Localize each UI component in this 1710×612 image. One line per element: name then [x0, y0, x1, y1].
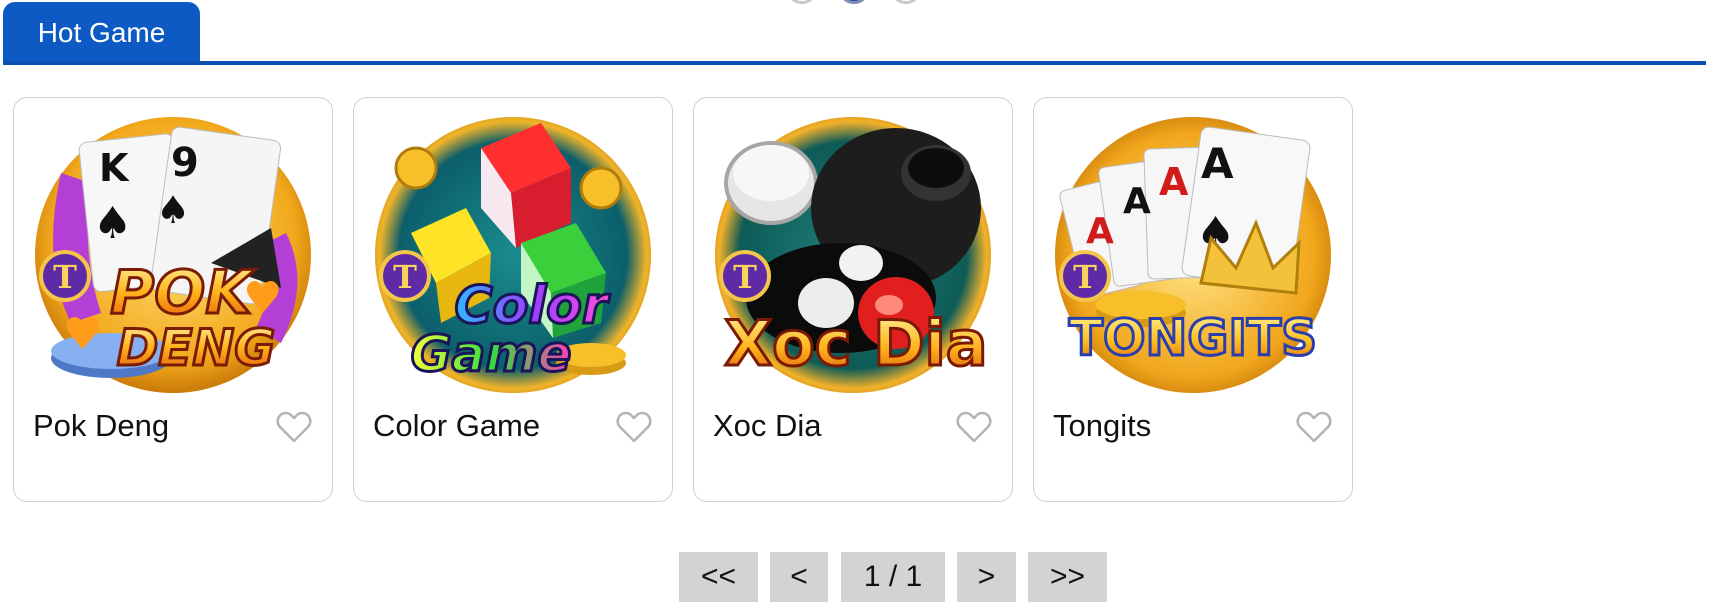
- svg-text:♥: ♥: [63, 309, 102, 360]
- svg-text:K: K: [99, 146, 130, 190]
- tab-underline: [3, 61, 1706, 65]
- game-card-xoc-dia[interactable]: T Xoc Dia Xoc Dia: [693, 97, 1013, 502]
- svg-text:A: A: [1086, 211, 1114, 252]
- section-tab-bar: Hot Game: [3, 0, 1706, 66]
- game-card-tongits[interactable]: A A A A ♠ T TONGITS Tongits: [1033, 97, 1353, 502]
- tab-hot-game[interactable]: Hot Game: [3, 2, 200, 63]
- svg-text:TONGITS: TONGITS: [1069, 309, 1317, 367]
- svg-text:Game: Game: [411, 325, 572, 383]
- color-game-thumbnail[interactable]: T Color Game: [371, 113, 655, 397]
- svg-text:T: T: [53, 258, 77, 296]
- svg-text:A: A: [1123, 181, 1151, 222]
- svg-text:POK: POK: [110, 258, 256, 328]
- svg-text:A: A: [1159, 160, 1189, 204]
- tongits-thumbnail[interactable]: A A A A ♠ T TONGITS: [1051, 113, 1335, 397]
- game-title[interactable]: Color Game: [373, 408, 540, 444]
- heart-icon[interactable]: [956, 410, 992, 444]
- game-card-color-game[interactable]: T Color Game Color Game: [353, 97, 673, 502]
- heart-icon[interactable]: [276, 410, 312, 444]
- game-title[interactable]: Xoc Dia: [713, 408, 822, 444]
- page-indicator: 1 / 1: [841, 552, 945, 602]
- svg-text:♠: ♠: [156, 188, 190, 232]
- svg-text:Xoc Dia: Xoc Dia: [724, 307, 987, 380]
- hot-game-page: Hot Game K 9 ♠ ♠ ♥ ♥ T POK DENG Pok Deng…: [0, 0, 1710, 612]
- heart-icon[interactable]: [1296, 410, 1332, 444]
- svg-text:T: T: [393, 258, 417, 296]
- heart-icon[interactable]: [616, 410, 652, 444]
- game-title[interactable]: Tongits: [1053, 408, 1151, 444]
- svg-text:A: A: [1201, 139, 1234, 188]
- game-title[interactable]: Pok Deng: [33, 408, 169, 444]
- game-card-pok-deng[interactable]: K 9 ♠ ♠ ♥ ♥ T POK DENG Pok Deng: [13, 97, 333, 502]
- svg-text:9: 9: [171, 140, 199, 186]
- last-page-button[interactable]: >>: [1028, 552, 1107, 602]
- first-page-button[interactable]: <<: [679, 552, 758, 602]
- next-page-button[interactable]: >: [957, 552, 1016, 602]
- svg-text:♠: ♠: [93, 198, 132, 249]
- xoc-dia-thumbnail[interactable]: T Xoc Dia: [711, 113, 995, 397]
- pagination: << < 1 / 1 > >>: [0, 552, 1710, 602]
- svg-text:DENG: DENG: [117, 319, 276, 377]
- svg-text:T: T: [1073, 258, 1097, 296]
- svg-text:T: T: [733, 258, 757, 296]
- pok-deng-thumbnail[interactable]: K 9 ♠ ♠ ♥ ♥ T POK DENG: [31, 113, 315, 397]
- previous-page-button[interactable]: <: [770, 552, 828, 602]
